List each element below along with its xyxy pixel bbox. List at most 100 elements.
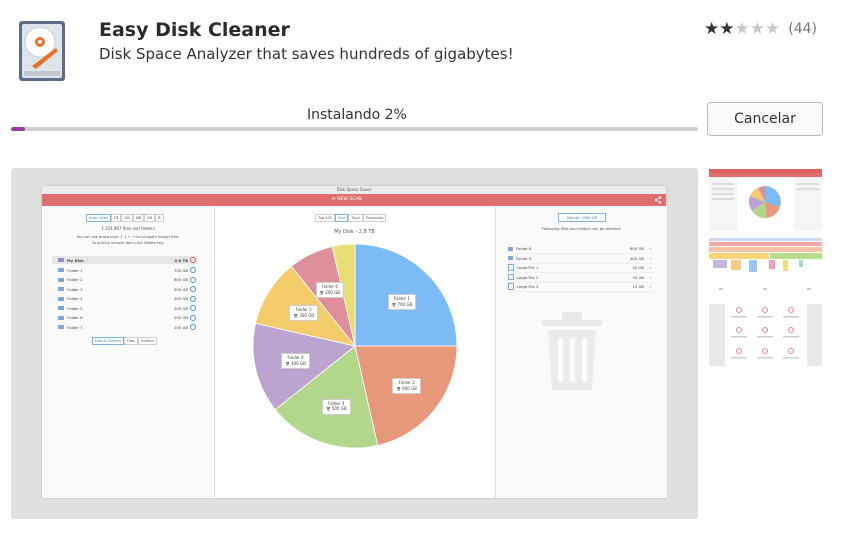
thumbnail-selected-indicator	[709, 169, 822, 173]
pie-label-4: Folder 4 🗑 400 GB	[281, 353, 310, 370]
app-title: Easy Disk Cleaner	[99, 19, 290, 41]
star-icon: ★	[734, 19, 750, 39]
app-subtitle: Disk Space Analyzer that saves hundreds …	[99, 45, 514, 63]
preview-tree-name: Folder 6	[67, 315, 83, 320]
star-icon: ★	[749, 19, 765, 39]
preview-delete-row: Large File 2 30 GB ×	[508, 273, 654, 283]
preview-tree-size: 400 GB	[173, 296, 188, 301]
preview-file-count: 1 324 867 files and folders	[101, 226, 155, 231]
preview-tree-size: 600 GB	[173, 277, 188, 282]
preview-unit-2: GB	[121, 214, 133, 222]
preview-new-scan: ⟳ NEW SCAN	[332, 195, 362, 205]
pie-label-2: Folder 2 🗑 600 GB	[392, 378, 421, 395]
star-icon: ★	[719, 19, 735, 39]
preview-unit-4: KB	[144, 214, 156, 222]
preview-delete-name: Folder 8	[516, 246, 532, 251]
preview-unit-0: Auto Sizes	[86, 214, 111, 222]
preview-delete-size: 30 GB	[632, 274, 644, 280]
pie-label-3: Folder 3 🗑 500 GB	[322, 398, 351, 415]
preview-delete-row: Folder 9 400 GB ×	[508, 254, 654, 264]
trash-icon: 🗑	[391, 302, 397, 307]
preview-new-scan-label: NEW SCAN	[337, 197, 362, 202]
trash-icon: 🗑	[319, 290, 324, 295]
pie-label-1: Folder 1 🗑 700 GB	[387, 294, 417, 311]
preview-tree-row: › Folder 2 600 GB	[52, 276, 198, 284]
preview-tree-row: › Folder 7 100 GB	[52, 323, 198, 331]
rating-count: (44)	[788, 20, 817, 37]
preview-delete-name: Large File 2	[516, 274, 539, 280]
preview-tree-name: Folder 5	[67, 305, 83, 311]
preview-tree-row: › Folder 4 400 GB	[52, 295, 198, 303]
preview-filter-2: Folders	[137, 337, 157, 345]
preview-delete-size: 20 GB	[632, 265, 644, 270]
preview-tree-size: 100 GB	[173, 324, 188, 330]
preview-tree-size: 500 GB	[173, 286, 188, 292]
preview-tree-row: › Folder 3 500 GB	[52, 285, 198, 293]
star-icon: ★	[765, 19, 781, 39]
preview-delete-button: Delete : 860 GB	[558, 213, 607, 222]
preview-window-title: Disk Space Saver	[42, 186, 666, 194]
preview-chart-pane: Top 100 Size Type Extension My Disk - 2.8 T…	[215, 206, 494, 498]
preview-tree-root-size: 2.8 TB	[174, 257, 188, 263]
preview-hint-1: You can use arrow keys ↑ ↓ ← → to naviga…	[76, 235, 180, 239]
preview-filter-1: Files	[123, 337, 138, 345]
star-icon: ★	[704, 19, 720, 39]
preview-tree-row: › Folder 6 200 GB	[52, 314, 198, 322]
screenshot-thumbnail-2[interactable]	[709, 236, 822, 298]
preview-delete-row: Large File 1 20 GB ×	[508, 263, 654, 273]
pie-label-value: 400 GB	[291, 360, 306, 366]
pie-label-value: 200 GB	[325, 289, 341, 295]
preview-delete-name: Large File 1	[516, 265, 539, 270]
preview-tree-row: › Folder 5 300 GB	[52, 304, 198, 312]
preview-tree-name: Folder 4	[67, 296, 83, 301]
preview-toolbar: ⟳ NEW SCAN	[42, 194, 666, 206]
preview-tree-size: 700 GB	[173, 267, 188, 273]
install-progress-bar	[11, 127, 698, 131]
preview-unit-1: TB	[110, 214, 122, 222]
pie-chart	[252, 243, 458, 449]
preview-tree-name: Folder 7	[67, 324, 83, 330]
preview-delete-size: 400 GB	[629, 255, 644, 261]
preview-filter-selector: Files & Folders Files Folders	[92, 337, 157, 345]
preview-delete-size: 10 GB	[632, 284, 644, 289]
pie-label-value: 700 GB	[397, 301, 413, 307]
preview-delete-name: Folder 9	[516, 255, 532, 261]
preview-tree-row: › Folder 1 700 GB	[52, 266, 198, 274]
pie-label-5: Folder 5 🗑 300 GB	[289, 305, 318, 322]
screenshot-image: Disk Space Saver ⟳ NEW SCAN Auto Sizes TB…	[42, 186, 667, 498]
screenshot-thumbnail-1[interactable]	[709, 169, 822, 231]
preview-tree-size: 200 GB	[173, 315, 188, 320]
pie-label-value: 500 GB	[331, 406, 347, 412]
preview-unit-5: B	[155, 214, 164, 222]
preview-tree-name: Folder 3	[67, 286, 83, 292]
cancel-button[interactable]: Cancelar	[707, 102, 823, 136]
trash-icon: 🗑	[293, 313, 298, 318]
preview-delete-note: Following files and folders will be dele…	[541, 226, 622, 231]
install-status: Instalando 2%	[307, 107, 407, 123]
preview-unit-selector: Auto Sizes TB GB MB KB B	[86, 214, 164, 222]
preview-tree-root-name: My Disk	[67, 257, 84, 263]
share-icon	[654, 196, 662, 204]
trash-icon	[542, 312, 602, 390]
preview-tree-root: My Disk 2.8 TB	[52, 256, 198, 264]
preview-delete-size: 800 GB	[629, 246, 644, 251]
install-progress-fill	[11, 127, 25, 131]
rating-stars: ★★★★★	[704, 19, 780, 38]
preview-tree-name: Folder 2	[67, 277, 83, 282]
preview-delete-row: Folder 8 800 GB ×	[508, 244, 654, 254]
preview-tree-pane: Auto Sizes TB GB MB KB B 1 324 867 files and …	[42, 206, 215, 498]
preview-tree-name: Folder 1	[67, 267, 83, 273]
screenshot-thumbnail-3[interactable]	[709, 304, 822, 366]
hard-disk-icon	[10, 18, 76, 84]
preview-delete-pane: Delete : 860 GB Following files and fold…	[495, 206, 667, 498]
preview-delete-row: Large File 3 10 GB ×	[508, 282, 654, 292]
preview-hint-2: To quickly remove item click Delete key.	[92, 241, 164, 245]
refresh-icon: ⟳	[332, 197, 336, 202]
pie-label-value: 600 GB	[402, 385, 417, 391]
trash-icon: 🗑	[396, 386, 401, 391]
preview-filter-0: Files & Folders	[92, 337, 124, 345]
rating: ★★★★★ (44)	[704, 19, 817, 38]
pie-label-value: 300 GB	[299, 312, 314, 318]
trash-icon: 🗑	[285, 361, 290, 366]
preview-tree-size: 300 GB	[173, 305, 188, 311]
